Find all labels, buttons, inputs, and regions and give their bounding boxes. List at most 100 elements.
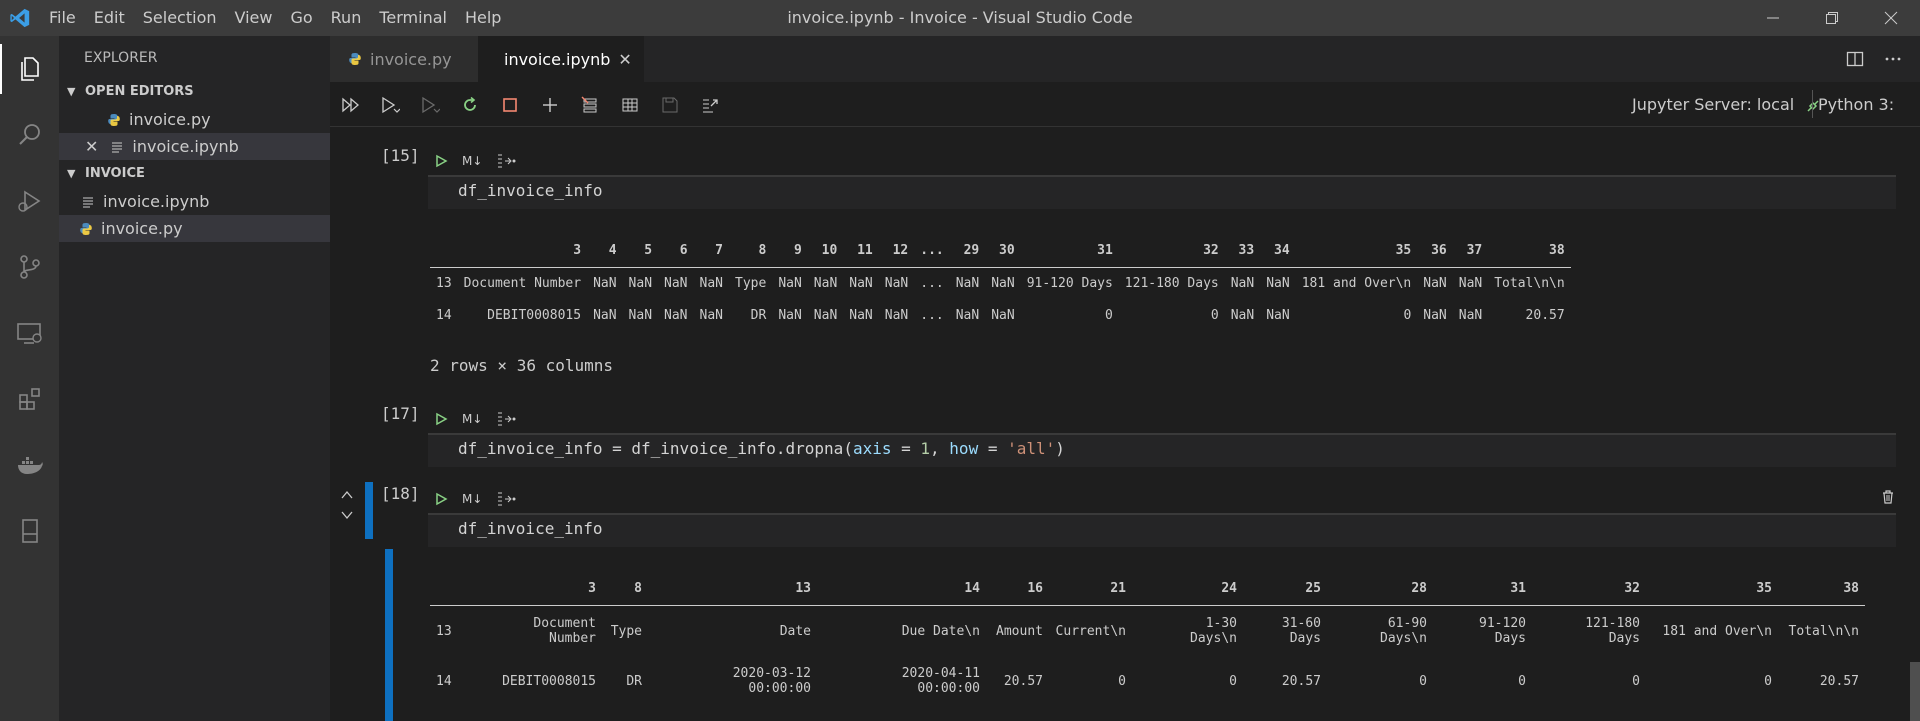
docker-activity[interactable] — [0, 432, 59, 498]
menu-edit[interactable]: Edit — [85, 0, 134, 36]
cell-move-up-icon[interactable] — [340, 488, 354, 502]
source-control-activity[interactable] — [0, 234, 59, 300]
explorer-activity[interactable] — [0, 36, 59, 102]
close-icon[interactable]: ✕ — [618, 50, 631, 69]
notebook-activity[interactable] — [0, 498, 59, 564]
delete-cell-button[interactable] — [1880, 489, 1896, 505]
run-cell-icon[interactable] — [434, 154, 448, 168]
markdown-toggle[interactable]: M↓ — [462, 154, 482, 168]
open-editor-invoice-ipynb[interactable]: ✕ invoice.ipynb — [59, 133, 330, 160]
activity-bar — [0, 36, 59, 721]
table-cell: NaN — [849, 307, 873, 323]
tab-invoice-ipynb[interactable]: invoice.ipynb ✕ — [478, 36, 644, 82]
code-cell-editor[interactable]: df_invoice_info — [428, 175, 1896, 209]
minimize-button[interactable] — [1743, 0, 1802, 36]
tab-label: invoice.py — [370, 49, 452, 69]
run-by-line-icon[interactable] — [496, 491, 516, 507]
table-cell: 0 — [1229, 673, 1237, 689]
notebook-file-icon — [112, 142, 123, 152]
jupyter-server-status[interactable]: Jupyter Server: local — [1632, 82, 1821, 127]
table-cell: NaN — [628, 275, 653, 291]
menu-view[interactable]: View — [226, 0, 282, 36]
trash-icon — [1883, 490, 1893, 504]
table-cell: Amount — [996, 623, 1043, 639]
table-header-cell: 21 — [1110, 580, 1126, 596]
add-cell-button[interactable] — [539, 94, 561, 116]
table-cell: 91-120 Days — [1026, 275, 1113, 291]
table-header-cell: 6 — [679, 242, 688, 258]
table-header-cell: 28 — [1411, 580, 1427, 596]
vscode-logo-icon — [0, 0, 40, 36]
run-by-line-icon[interactable] — [496, 153, 516, 169]
restart-kernel-button[interactable] — [459, 94, 481, 116]
menu-selection[interactable]: Selection — [134, 0, 226, 36]
scrollbar-thumb[interactable] — [1910, 662, 1920, 721]
extensions-activity[interactable] — [0, 366, 59, 432]
table-cell: NaN — [699, 307, 723, 323]
search-activity[interactable] — [0, 102, 59, 168]
run-below-icon — [422, 96, 440, 114]
sidebar-title: EXPLORER — [84, 50, 158, 66]
run-debug-activity[interactable] — [0, 168, 59, 234]
clear-outputs-button[interactable] — [579, 94, 601, 116]
export-icon — [703, 99, 718, 113]
run-by-line-icon[interactable] — [496, 411, 516, 427]
code-cell-editor[interactable]: df_invoice_info — [428, 513, 1896, 547]
code-token: 1 — [920, 439, 931, 458]
table-cell: Due Date\n — [901, 623, 980, 639]
plus-icon — [543, 98, 557, 112]
table-cell: NaN — [884, 307, 909, 323]
table-cell: 14 — [436, 307, 452, 323]
run-all-icon — [342, 97, 359, 113]
code-cell-editor[interactable]: df_invoice_info = df_invoice_info.dropna… — [428, 433, 1896, 467]
kernel-status[interactable]: Python 3: Idle — [1818, 82, 1920, 159]
table-cell: NaN — [1266, 307, 1290, 323]
variables-button[interactable] — [619, 94, 641, 116]
more-actions-icon[interactable] — [1884, 50, 1902, 68]
cell-move-down-icon[interactable] — [340, 508, 354, 522]
table-cell: 31-60 Days — [1281, 616, 1321, 647]
restore-button[interactable] — [1802, 0, 1861, 36]
remote-explorer-activity[interactable] — [0, 300, 59, 366]
export-button[interactable] — [699, 94, 721, 116]
run-cell-icon[interactable] — [434, 412, 448, 426]
split-editor-icon[interactable] — [1846, 50, 1864, 68]
close-icon[interactable]: ✕ — [85, 137, 98, 156]
markdown-toggle[interactable]: M↓ — [462, 492, 482, 506]
menu-go[interactable]: Go — [281, 0, 321, 36]
open-editors-section[interactable]: ▼ OPEN EDITORS — [59, 80, 330, 104]
invoice-folder-section[interactable]: ▼ INVOICE — [59, 162, 330, 186]
table-cell: ... — [920, 307, 944, 323]
menu-terminal[interactable]: Terminal — [370, 0, 456, 36]
table-icon — [622, 98, 638, 112]
close-window-button[interactable] — [1861, 0, 1920, 36]
open-editor-invoice-py[interactable]: invoice.py — [59, 106, 330, 133]
run-cell-icon[interactable] — [434, 492, 448, 506]
execution-count: [18] — [381, 484, 420, 503]
file-invoice-py[interactable]: invoice.py — [59, 215, 330, 242]
open-editor-label: invoice.ipynb — [132, 137, 239, 156]
table-header-cell: 13 — [795, 580, 811, 596]
table-cell: 20.57 — [1525, 307, 1565, 323]
files-icon — [20, 57, 39, 81]
cell-focus-indicator — [365, 482, 373, 539]
menu-run[interactable]: Run — [322, 0, 371, 36]
markdown-toggle[interactable]: M↓ — [462, 412, 482, 426]
table-cell: NaN — [813, 307, 838, 323]
run-above-button[interactable] — [379, 94, 401, 116]
save-button[interactable] — [659, 94, 681, 116]
run-all-button[interactable] — [340, 94, 362, 116]
run-below-button[interactable] — [419, 94, 441, 116]
table-cell: 0 — [1632, 673, 1640, 689]
open-editor-label: invoice.py — [129, 110, 211, 129]
code-line: df_invoice_info = df_invoice_info.dropna… — [428, 435, 1896, 463]
jupyter-server-label: Jupyter Server: local — [1632, 95, 1795, 114]
interrupt-kernel-button[interactable] — [499, 94, 521, 116]
code-line: df_invoice_info — [458, 181, 603, 200]
menu-file[interactable]: File — [40, 0, 85, 36]
table-cell: NaN — [778, 307, 802, 323]
file-invoice-ipynb[interactable]: invoice.ipynb — [59, 188, 330, 215]
tab-invoice-py[interactable]: invoice.py — [330, 36, 478, 82]
table-header-cell: 8 — [758, 242, 767, 258]
menu-help[interactable]: Help — [456, 0, 510, 36]
